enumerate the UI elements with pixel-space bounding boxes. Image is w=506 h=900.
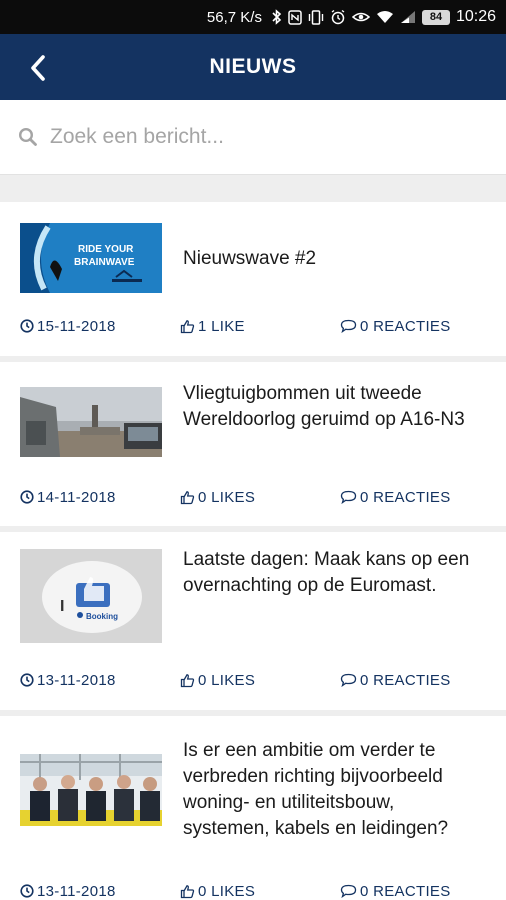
likes-count: 0 LIKES bbox=[198, 488, 256, 506]
reactions-count: 0 REACTIES bbox=[360, 882, 451, 900]
news-list: RIDE YOUR BRAINWAVE Nieuwswave #2 15-11-… bbox=[0, 202, 506, 900]
comment-icon bbox=[340, 490, 357, 504]
comment-icon bbox=[340, 319, 357, 333]
news-title: Vliegtuigbommen uit tweede Wereldoorlog … bbox=[183, 383, 465, 430]
news-date: 13-11-2018 bbox=[20, 883, 116, 900]
alarm-icon bbox=[330, 9, 346, 25]
reactions-button[interactable]: 0 REACTIES bbox=[340, 489, 451, 506]
thumbs-up-icon bbox=[180, 319, 195, 333]
thumbnail-text: I bbox=[60, 598, 64, 615]
network-speed: 56,7 K/s bbox=[206, 8, 262, 26]
status-bar: 56,7 K/s 84 10:26 bbox=[0, 0, 506, 34]
reactions-count: 0 REACTIES bbox=[360, 317, 451, 335]
news-meta: 14-11-2018 0 LIKES 0 REACTIES bbox=[0, 485, 506, 509]
like-button[interactable]: 1 LIKE bbox=[180, 318, 245, 335]
reactions-button[interactable]: 0 REACTIES bbox=[340, 318, 451, 335]
news-item[interactable]: RIDE YOUR BRAINWAVE Nieuwswave #2 15-11-… bbox=[0, 202, 506, 362]
comment-icon bbox=[340, 673, 357, 687]
like-button[interactable]: 0 LIKES bbox=[180, 883, 255, 900]
thumbnail-text: Booking bbox=[86, 612, 118, 621]
clock-icon bbox=[20, 490, 34, 504]
thumbnail-text: BRAINWAVE bbox=[74, 257, 135, 268]
reactions-count: 0 REACTIES bbox=[360, 488, 451, 506]
nfc-icon bbox=[288, 9, 302, 25]
thumbnail-text: RIDE YOUR bbox=[78, 244, 134, 255]
eye-icon bbox=[351, 10, 370, 24]
news-title: Is er een ambitie om verder te verbreden… bbox=[183, 740, 449, 839]
comment-icon bbox=[340, 884, 357, 898]
news-title: Laatste dagen: Maak kans op een overnach… bbox=[183, 549, 470, 596]
bluetooth-icon bbox=[272, 9, 282, 25]
news-thumbnail bbox=[20, 387, 162, 457]
chevron-left-icon bbox=[31, 55, 45, 81]
clock-icon bbox=[20, 673, 34, 687]
thumbs-up-icon bbox=[180, 490, 195, 504]
news-meta: 13-11-2018 0 LIKES 0 REACTIES bbox=[0, 668, 506, 692]
news-date: 14-11-2018 bbox=[20, 489, 116, 506]
vibrate-icon bbox=[308, 9, 324, 25]
search-icon bbox=[18, 127, 37, 146]
clock-icon bbox=[20, 884, 34, 898]
news-item[interactable]: Is er een ambitie om verder te verbreden… bbox=[0, 716, 506, 900]
reactions-button[interactable]: 0 REACTIES bbox=[340, 883, 451, 900]
news-title: Nieuwswave #2 bbox=[183, 248, 317, 269]
date-text: 14-11-2018 bbox=[37, 488, 116, 506]
likes-count: 1 LIKE bbox=[198, 317, 245, 335]
signal-icon bbox=[400, 10, 416, 24]
search-input[interactable] bbox=[50, 125, 470, 149]
likes-count: 0 LIKES bbox=[198, 882, 256, 900]
reactions-button[interactable]: 0 REACTIES bbox=[340, 672, 451, 689]
thumbs-up-icon bbox=[180, 673, 195, 687]
clock-icon bbox=[20, 319, 34, 333]
news-thumbnail: I Booking bbox=[20, 549, 162, 643]
wifi-icon bbox=[376, 10, 394, 24]
battery-icon: 84 bbox=[421, 9, 450, 25]
likes-count: 0 LIKES bbox=[198, 671, 256, 689]
thumbs-up-icon bbox=[180, 884, 195, 898]
page-title: NIEUWS bbox=[209, 55, 297, 78]
news-thumbnail: RIDE YOUR BRAINWAVE bbox=[20, 223, 162, 293]
date-text: 13-11-2018 bbox=[37, 671, 116, 689]
news-date: 13-11-2018 bbox=[20, 672, 116, 689]
news-thumbnail bbox=[20, 754, 162, 826]
reactions-count: 0 REACTIES bbox=[360, 671, 451, 689]
news-meta: 13-11-2018 0 LIKES 0 REACTIES bbox=[0, 879, 506, 900]
back-button[interactable] bbox=[18, 48, 58, 88]
date-text: 13-11-2018 bbox=[37, 882, 116, 900]
like-button[interactable]: 0 LIKES bbox=[180, 489, 255, 506]
news-item[interactable]: Vliegtuigbommen uit tweede Wereldoorlog … bbox=[0, 362, 506, 532]
clock: 10:26 bbox=[455, 8, 496, 25]
news-meta: 15-11-2018 1 LIKE 0 REACTIES bbox=[0, 314, 506, 338]
search-bar bbox=[0, 100, 506, 174]
list-header-spacer bbox=[0, 174, 506, 202]
date-text: 15-11-2018 bbox=[37, 317, 116, 335]
news-date: 15-11-2018 bbox=[20, 318, 116, 335]
news-item[interactable]: I Booking Laatste dagen: Maak kans op ee… bbox=[0, 532, 506, 716]
like-button[interactable]: 0 LIKES bbox=[180, 672, 255, 689]
app-bar: NIEUWS bbox=[0, 34, 506, 100]
